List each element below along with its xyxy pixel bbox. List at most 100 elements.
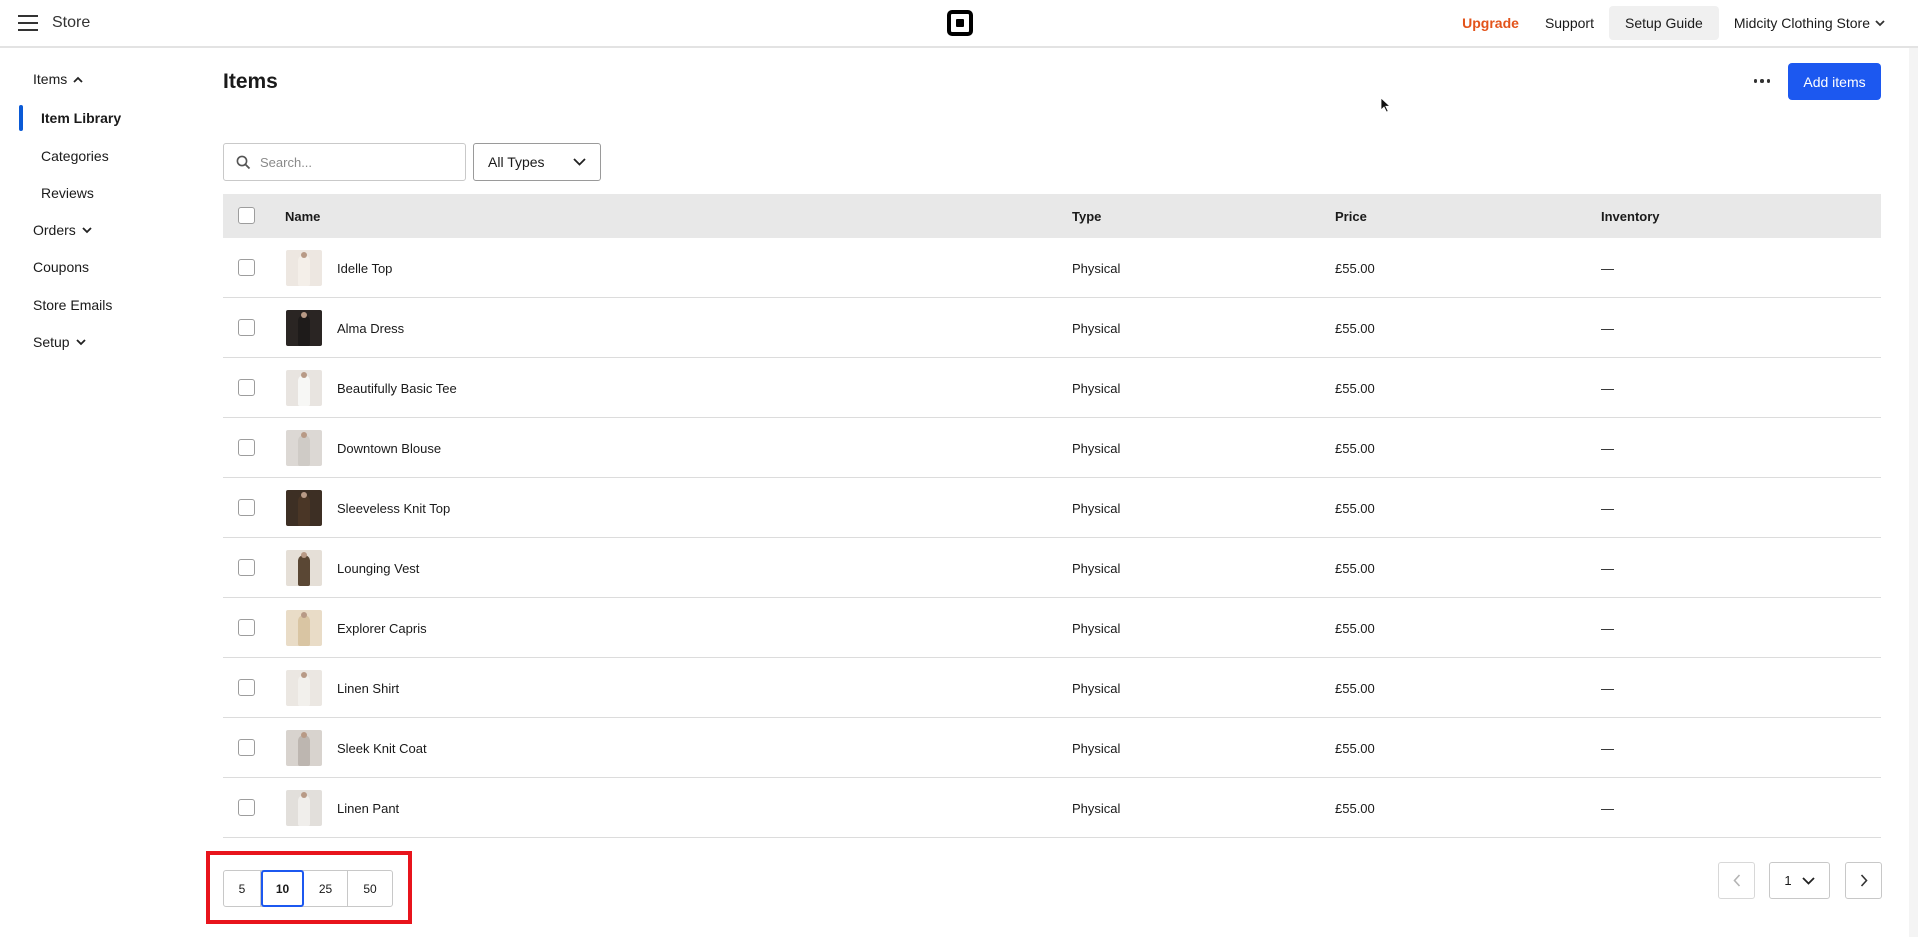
row-checkbox[interactable] <box>238 619 255 636</box>
setup-guide-button[interactable]: Setup Guide <box>1608 6 1719 40</box>
item-inventory: — <box>1601 261 1614 276</box>
next-page-button[interactable] <box>1845 862 1882 899</box>
item-inventory: — <box>1601 321 1614 336</box>
column-header-name[interactable]: Name <box>285 209 320 224</box>
chevron-down-icon <box>75 338 86 345</box>
item-type: Physical <box>1072 681 1121 696</box>
item-name[interactable]: Sleek Knit Coat <box>337 741 427 756</box>
item-thumbnail[interactable] <box>286 790 322 826</box>
row-checkbox[interactable] <box>238 799 255 816</box>
sidebar-item-orders[interactable]: Orders <box>33 222 92 238</box>
table-row[interactable]: Sleek Knit Coat Physical £55.00 — <box>223 718 1881 778</box>
row-checkbox[interactable] <box>238 679 255 696</box>
store-switcher[interactable]: Midcity Clothing Store <box>1723 6 1896 40</box>
thumbnail-head <box>301 552 307 558</box>
sidebar-item-reviews[interactable]: Reviews <box>41 185 94 201</box>
item-name[interactable]: Linen Pant <box>337 801 399 816</box>
item-type: Physical <box>1072 261 1121 276</box>
row-checkbox[interactable] <box>238 499 255 516</box>
page-size-5[interactable]: 5 <box>224 871 261 906</box>
item-price: £55.00 <box>1335 261 1375 276</box>
page-size-50[interactable]: 50 <box>348 871 392 906</box>
table-row[interactable]: Linen Shirt Physical £55.00 — <box>223 658 1881 718</box>
item-thumbnail[interactable] <box>286 490 322 526</box>
row-checkbox[interactable] <box>238 439 255 456</box>
scrollbar[interactable] <box>1909 48 1918 937</box>
table-row[interactable]: Explorer Capris Physical £55.00 — <box>223 598 1881 658</box>
sidebar-item-setup[interactable]: Setup <box>33 334 86 350</box>
item-name[interactable]: Linen Shirt <box>337 681 399 696</box>
add-items-button[interactable]: Add items <box>1788 63 1881 100</box>
type-filter-select[interactable]: All Types <box>473 143 601 181</box>
table-row[interactable]: Alma Dress Physical £55.00 — <box>223 298 1881 358</box>
item-thumbnail[interactable] <box>286 310 322 346</box>
table-row[interactable]: Beautifully Basic Tee Physical £55.00 — <box>223 358 1881 418</box>
mouse-cursor-icon <box>1380 97 1391 113</box>
item-name[interactable]: Downtown Blouse <box>337 441 441 456</box>
previous-page-button[interactable] <box>1718 862 1755 899</box>
item-name[interactable]: Alma Dress <box>337 321 404 336</box>
row-checkbox[interactable] <box>238 379 255 396</box>
chevron-down-icon <box>1875 19 1885 26</box>
item-price: £55.00 <box>1335 381 1375 396</box>
table-row[interactable]: Linen Pant Physical £55.00 — <box>223 778 1881 838</box>
column-header-inventory[interactable]: Inventory <box>1601 209 1660 224</box>
page-size-10[interactable]: 10 <box>261 870 304 907</box>
item-thumbnail[interactable] <box>286 430 322 466</box>
page-select[interactable]: 1 <box>1769 862 1830 899</box>
item-price: £55.00 <box>1335 621 1375 636</box>
sidebar-item-categories[interactable]: Categories <box>41 148 109 164</box>
chevron-down-icon <box>82 226 92 233</box>
row-checkbox[interactable] <box>238 739 255 756</box>
row-checkbox[interactable] <box>238 319 255 336</box>
page-title: Items <box>223 70 278 93</box>
item-thumbnail[interactable] <box>286 610 322 646</box>
item-thumbnail[interactable] <box>286 730 322 766</box>
item-name[interactable]: Explorer Capris <box>337 621 427 636</box>
app-title[interactable]: Store <box>52 14 90 32</box>
item-price: £55.00 <box>1335 561 1375 576</box>
sidebar-item-item-library[interactable]: Item Library <box>41 110 121 126</box>
thumbnail-head <box>301 492 307 498</box>
sidebar-item-store-emails[interactable]: Store Emails <box>33 297 112 313</box>
table-row[interactable]: Lounging Vest Physical £55.00 — <box>223 538 1881 598</box>
table-row[interactable]: Sleeveless Knit Top Physical £55.00 — <box>223 478 1881 538</box>
page-size-25[interactable]: 25 <box>304 871 348 906</box>
item-thumbnail[interactable] <box>286 550 322 586</box>
item-name[interactable]: Idelle Top <box>337 261 392 276</box>
hamburger-icon[interactable] <box>18 15 38 31</box>
sidebar-item-coupons[interactable]: Coupons <box>33 259 89 275</box>
store-name: Midcity Clothing Store <box>1733 15 1870 31</box>
thumbnail-figure <box>298 255 310 286</box>
support-link[interactable]: Support <box>1534 6 1605 40</box>
item-name[interactable]: Lounging Vest <box>337 561 419 576</box>
square-logo-icon[interactable] <box>947 10 973 36</box>
item-thumbnail[interactable] <box>286 250 322 286</box>
table-row[interactable]: Downtown Blouse Physical £55.00 — <box>223 418 1881 478</box>
active-indicator <box>19 105 23 131</box>
sidebar-item-label: Orders <box>33 222 76 238</box>
thumbnail-figure <box>298 435 310 466</box>
sidebar-item-items[interactable]: Items <box>33 71 83 87</box>
select-all-checkbox[interactable] <box>238 207 255 224</box>
table-row[interactable]: Idelle Top Physical £55.00 — <box>223 238 1881 298</box>
item-type: Physical <box>1072 501 1121 516</box>
item-name[interactable]: Sleeveless Knit Top <box>337 501 450 516</box>
row-checkbox[interactable] <box>238 259 255 276</box>
column-header-type[interactable]: Type <box>1072 209 1101 224</box>
item-price: £55.00 <box>1335 801 1375 816</box>
item-thumbnail[interactable] <box>286 670 322 706</box>
search-box[interactable] <box>223 143 466 181</box>
item-price: £55.00 <box>1335 441 1375 456</box>
thumbnail-head <box>301 732 307 738</box>
search-input[interactable] <box>260 154 440 170</box>
chevron-down-icon <box>1801 876 1815 885</box>
item-name[interactable]: Beautifully Basic Tee <box>337 381 457 396</box>
thumbnail-head <box>301 372 307 378</box>
thumbnail-figure <box>298 375 310 406</box>
item-thumbnail[interactable] <box>286 370 322 406</box>
upgrade-link[interactable]: Upgrade <box>1451 6 1530 40</box>
column-header-price[interactable]: Price <box>1335 209 1367 224</box>
row-checkbox[interactable] <box>238 559 255 576</box>
more-options-button[interactable] <box>1746 68 1778 94</box>
